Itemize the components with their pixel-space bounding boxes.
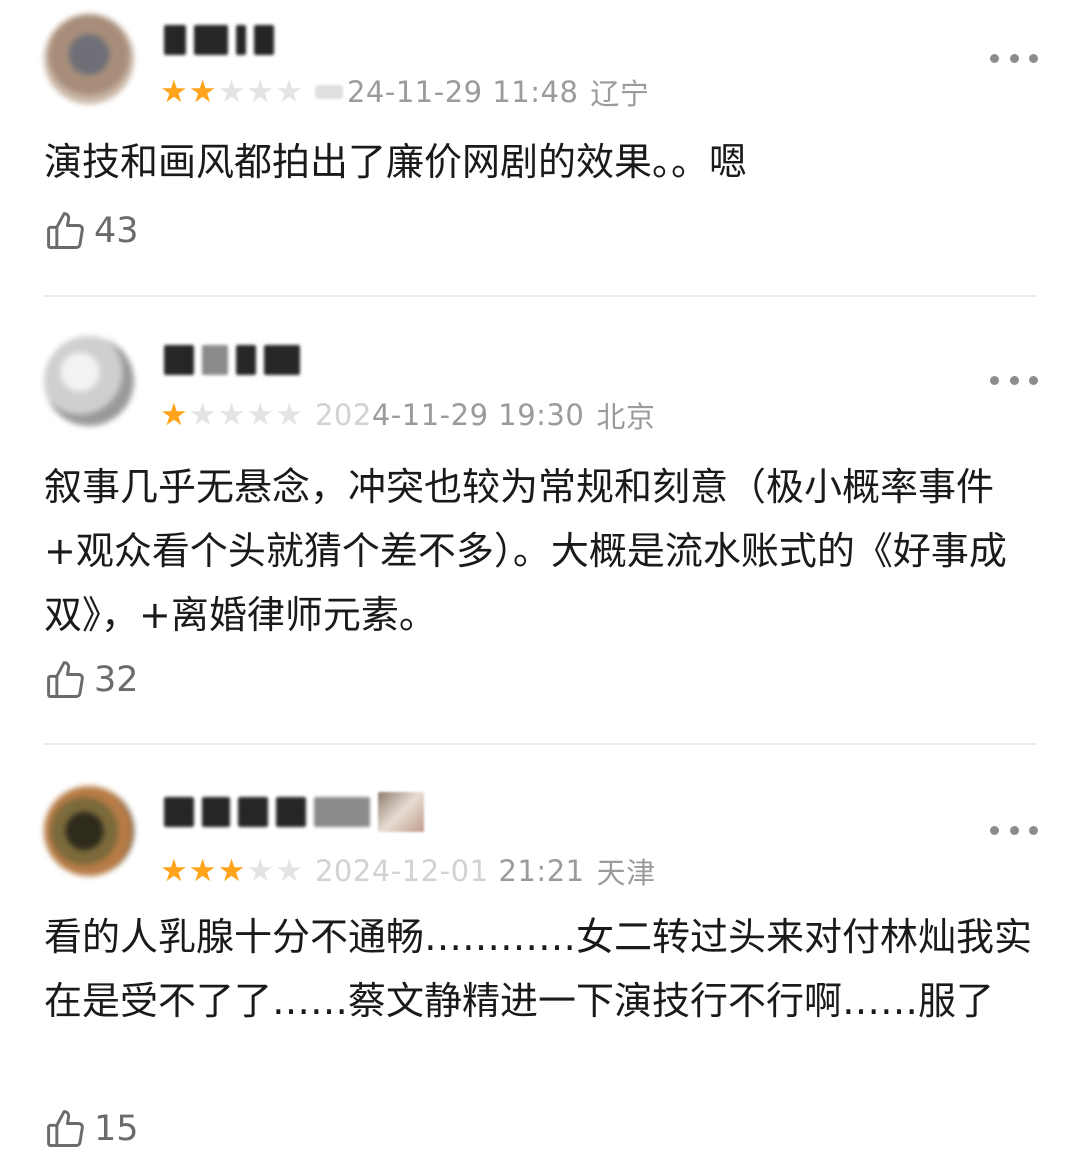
- review-datetime: 4-11-29 19:30: [371, 398, 585, 432]
- star-icon: ★: [188, 396, 217, 433]
- thumbs-up-outline-icon: [47, 661, 84, 698]
- review-datetime: 21:21: [498, 854, 585, 888]
- avatar[interactable]: [44, 336, 134, 426]
- star-icon: ★: [160, 396, 188, 433]
- more-options-button[interactable]: [990, 48, 1038, 68]
- star-icon: ★: [188, 73, 217, 110]
- user-badge-icon: [378, 792, 424, 832]
- review-meta: ★ ★ ★ ★ ★ 202 4-11-29 19:30 北京: [160, 395, 655, 435]
- star-icon: ★: [275, 396, 303, 433]
- thumbs-up-outline-icon: [47, 212, 84, 249]
- more-horizontal-icon: [990, 825, 999, 835]
- divider: [44, 295, 1036, 297]
- divider: [44, 743, 1036, 745]
- review-meta: ★ ★ ★ ★ ★ 24-11-29 11:48 辽宁: [160, 72, 649, 112]
- review-meta: ★ ★ ★ ★ ★ 2024-12-01 21:21 天津: [160, 851, 656, 891]
- review-datetime: 24-11-29 11:48: [346, 75, 579, 109]
- more-options-button[interactable]: [990, 820, 1038, 840]
- review-text: 叙事几乎无悬念，冲突也较为常规和刻意（极小概率事件+观众看个头就猜个差不多）。大…: [44, 465, 1007, 637]
- star-icon: ★: [160, 852, 188, 889]
- like-count: 32: [94, 660, 139, 700]
- star-icon: ★: [217, 73, 246, 110]
- more-horizontal-icon: [990, 375, 999, 385]
- more-horizontal-icon: [990, 53, 999, 63]
- like-button[interactable]: 43: [44, 206, 139, 256]
- star-icon: ★: [188, 852, 217, 889]
- rating-stars: ★ ★ ★ ★ ★: [160, 852, 303, 889]
- star-icon: ★: [217, 852, 246, 889]
- review-datetime-faded: 2024-12-01: [314, 854, 489, 888]
- like-button[interactable]: 32: [44, 655, 139, 705]
- rating-stars: ★ ★ ★ ★ ★: [160, 396, 303, 433]
- like-button[interactable]: 15: [44, 1104, 139, 1154]
- review-datetime-faded: 202: [314, 398, 372, 432]
- review-text: 演技和画风都拍出了廉价网剧的效果。。嗯: [44, 140, 748, 184]
- review-location: 天津: [596, 856, 656, 890]
- username-redacted[interactable]: [164, 792, 424, 832]
- star-icon: ★: [246, 73, 275, 110]
- star-icon: ★: [217, 396, 246, 433]
- star-icon: ★: [160, 73, 188, 110]
- username-redacted[interactable]: [164, 22, 274, 58]
- avatar[interactable]: [44, 14, 134, 104]
- like-count: 15: [94, 1109, 139, 1149]
- redacted-date-part: [314, 85, 343, 99]
- username-redacted[interactable]: [164, 342, 300, 378]
- review-location: 北京: [596, 400, 656, 434]
- like-count: 43: [94, 211, 139, 251]
- thumbs-up-outline-icon: [47, 1110, 84, 1147]
- star-icon: ★: [275, 73, 303, 110]
- more-options-button[interactable]: [990, 370, 1038, 390]
- star-icon: ★: [275, 852, 303, 889]
- star-icon: ★: [246, 852, 275, 889]
- avatar[interactable]: [44, 786, 134, 876]
- review-text: 看的人乳腺十分不通畅…………女二转过头来对付林灿我实在是受不了了……蔡文静精进一…: [44, 915, 1033, 1023]
- rating-stars: ★ ★ ★ ★ ★: [160, 73, 303, 110]
- star-icon: ★: [246, 396, 275, 433]
- review-location: 辽宁: [590, 77, 650, 111]
